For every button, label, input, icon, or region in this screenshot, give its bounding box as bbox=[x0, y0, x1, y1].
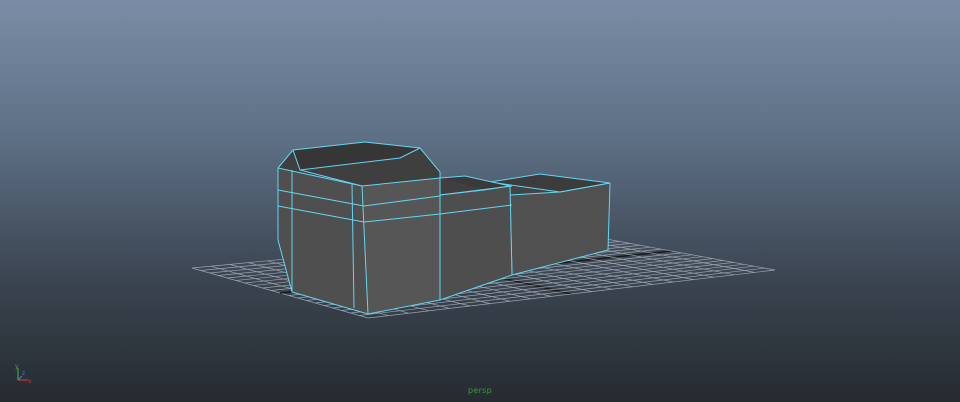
mesh-middle-box[interactable] bbox=[439, 175, 513, 301]
perspective-viewport[interactable]: y x z persp bbox=[0, 0, 960, 402]
axis-gizmo: y x z bbox=[10, 362, 36, 388]
y-axis-label: y bbox=[15, 363, 19, 370]
x-axis-label: x bbox=[28, 378, 32, 385]
camera-name-label: persp bbox=[467, 386, 493, 395]
z-axis-label: z bbox=[22, 370, 25, 377]
mesh-main-block[interactable] bbox=[277, 141, 441, 315]
scene-canvas[interactable] bbox=[0, 0, 960, 402]
